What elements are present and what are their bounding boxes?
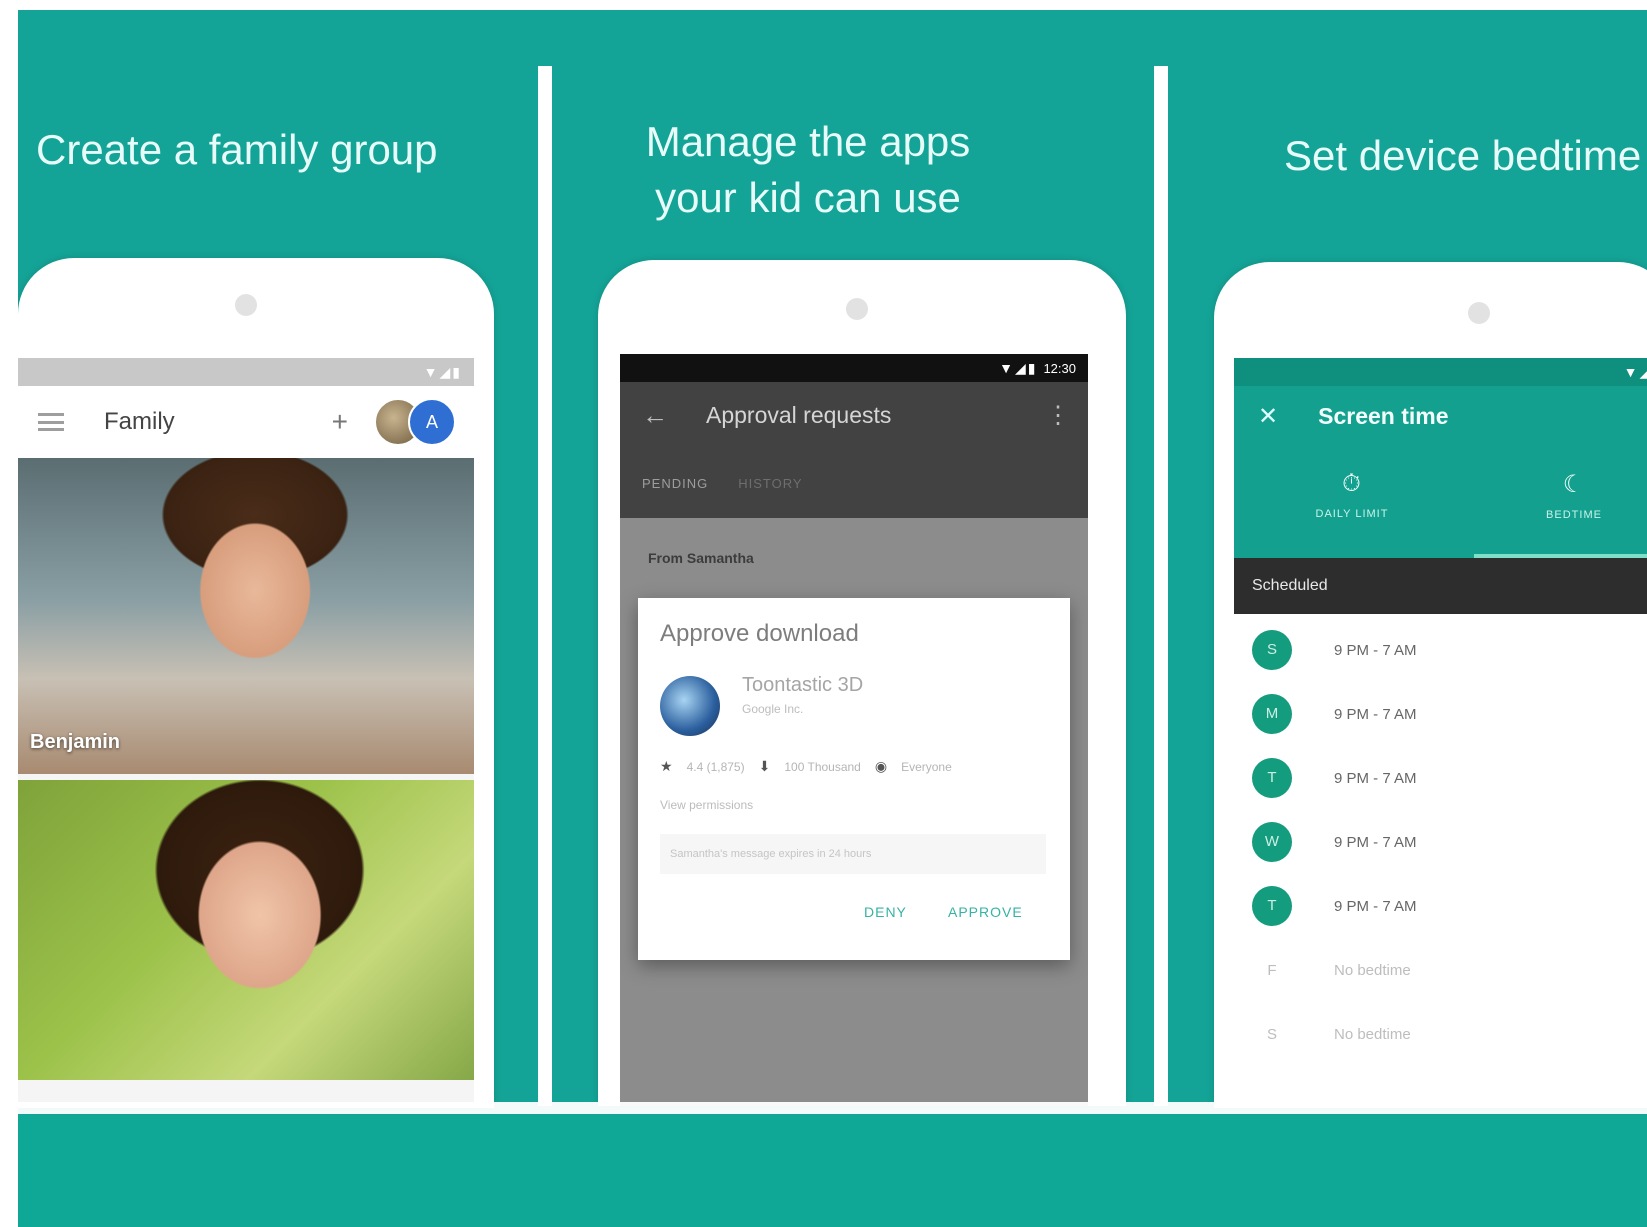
avatar: A [408,398,456,446]
status-bar: ▼◢▮ 12:30 [620,354,1088,382]
phone-speaker [846,298,868,320]
status-icons: ▼◢▮ [423,363,462,380]
tab-daily-limit[interactable]: ⏱ DAILY LIMIT [1292,470,1412,520]
dialog-title: Approve download [660,620,859,647]
day-badge: M [1252,694,1292,734]
phone-approvals-screen: ▼◢▮ 12:30 ← Approval requests ⋮ PENDING … [620,354,1088,1106]
divider-line [18,1102,1647,1114]
phone-speaker [1468,302,1490,324]
day-bedtime: 9 PM - 7 AM [1334,897,1417,915]
moon-icon: ☾ [1562,471,1586,498]
panel-divider-1 [538,66,552,1106]
phone-approvals: ▼◢▮ 12:30 ← Approval requests ⋮ PENDING … [598,260,1126,1106]
menu-icon[interactable] [38,413,64,431]
day-badge: W [1252,822,1292,862]
app-icon [660,676,720,736]
kebab-icon[interactable]: ⋮ [1046,401,1070,430]
back-icon[interactable]: ← [642,400,668,431]
phone-screen-time: ▼◢▮ ✕ Screen time ⏱ DAILY LIMIT ☾ BEDTIM… [1214,262,1647,1108]
day-badge: S [1252,630,1292,670]
day-letter: F [1267,961,1277,979]
requests-list: From Samantha Approve download Toontasti… [620,518,1088,1106]
list-item[interactable]: T 9 PM - 7 AM [1234,748,1647,808]
member-name: Benjamin [30,731,121,753]
list-item[interactable]: W 9 PM - 7 AM [1234,812,1647,872]
panel-title-apps-line1: Manage the apps [645,118,971,165]
tab-pending[interactable]: PENDING [642,476,708,491]
app-bar-title: Family [104,408,175,435]
day-bedtime: 9 PM - 7 AM [1334,833,1417,851]
list-item[interactable]: S 9 PM - 7 AM [1234,620,1647,680]
star-icon: ★ [660,758,673,774]
audience-icon: ◉ [874,758,888,774]
app-bar-title: Approval requests [706,401,892,428]
bedtime-schedule-list: S 9 PM - 7 AM M 9 PM - 7 AM T 9 PM - 7 A… [1234,614,1647,1108]
day-badge: T [1252,758,1292,798]
app-developer: Google Inc. [742,702,804,716]
member-avatars[interactable]: A [374,398,456,446]
panel-title-family: Create a family group [36,126,438,173]
day-bedtime: No bedtime [1334,1025,1411,1043]
status-icons: ▼◢▮ [999,359,1038,376]
tab-daily-limit-label: DAILY LIMIT [1315,508,1389,520]
panel-title-bedtime: Set device bedtime [1284,132,1642,179]
status-bar: ▼◢▮ [18,358,474,386]
tab-bar: PENDING HISTORY [620,448,1088,518]
day-bedtime: 9 PM - 7 AM [1334,769,1417,787]
app-name: Toontastic 3D [742,674,864,696]
approve-button[interactable]: APPROVE [948,904,1023,920]
scheduled-header: Scheduled [1234,558,1647,614]
phone-family-screen: ▼◢▮ Family + A Benjamin [18,358,474,1108]
app-bar-title: Screen time [1318,402,1449,429]
panel-divider-2 [1154,66,1168,1106]
tab-bedtime[interactable]: ☾ BEDTIME [1514,470,1634,521]
day-bedtime: 9 PM - 7 AM [1334,705,1417,723]
day-letter: S [1266,1025,1277,1043]
tab-bedtime-label: BEDTIME [1546,509,1602,521]
list-item[interactable]: T 9 PM - 7 AM [1234,876,1647,936]
status-icons: ▼◢▮ [1623,363,1647,380]
app-meta: ★ 4.4 (1,875) ⬇ 100 Thousand ◉ Everyone [660,758,952,775]
phone-family: ▼◢▮ Family + A Benjamin [18,258,494,1108]
app-bar: ← Approval requests ⋮ [620,382,1088,448]
phone-screen-time-screen: ▼◢▮ ✕ Screen time ⏱ DAILY LIMIT ☾ BEDTIM… [1234,358,1647,1108]
download-icon: ⬇ [758,758,771,774]
bottom-band [18,1115,1647,1227]
request-from-label: From Samantha [648,550,754,566]
promo-banner: Create a family group Manage the apps yo… [18,10,1647,1227]
family-member-photo[interactable]: Benjamin [18,458,474,774]
plus-icon[interactable]: + [332,406,348,438]
app-audience: Everyone [901,759,952,774]
app-downloads: 100 Thousand [784,759,861,774]
family-member-photo[interactable] [18,780,474,1080]
app-rating: 4.4 (1,875) [686,759,745,774]
status-time: 12:30 [1043,360,1076,376]
day-bedtime: No bedtime [1334,961,1411,979]
panel-title-apps: Manage the apps your kid can use [558,114,1058,226]
list-item[interactable]: M 9 PM - 7 AM [1234,684,1647,744]
phone-speaker [235,294,257,316]
list-item[interactable]: S No bedtime [1234,1004,1647,1064]
deny-button[interactable]: DENY [864,904,907,920]
tab-history[interactable]: HISTORY [738,476,802,491]
view-permissions-link[interactable]: View permissions [660,798,753,812]
screen-time-header: ▼◢▮ ✕ Screen time ⏱ DAILY LIMIT ☾ BEDTIM… [1234,358,1647,558]
list-item[interactable]: F No bedtime [1234,940,1647,1000]
request-note: Samantha's message expires in 24 hours [660,834,1046,874]
day-badge: T [1252,886,1292,926]
app-bar: ✕ Screen time [1234,386,1647,446]
close-icon[interactable]: ✕ [1258,402,1278,431]
timer-icon: ⏱ [1342,470,1362,497]
panel-title-apps-line2: your kid can use [655,174,961,221]
status-bar: ▼◢▮ [1234,358,1647,386]
approve-download-dialog: Approve download Toontastic 3D Google In… [638,598,1070,960]
day-bedtime: 9 PM - 7 AM [1334,641,1417,659]
app-bar: Family + A [18,386,474,458]
